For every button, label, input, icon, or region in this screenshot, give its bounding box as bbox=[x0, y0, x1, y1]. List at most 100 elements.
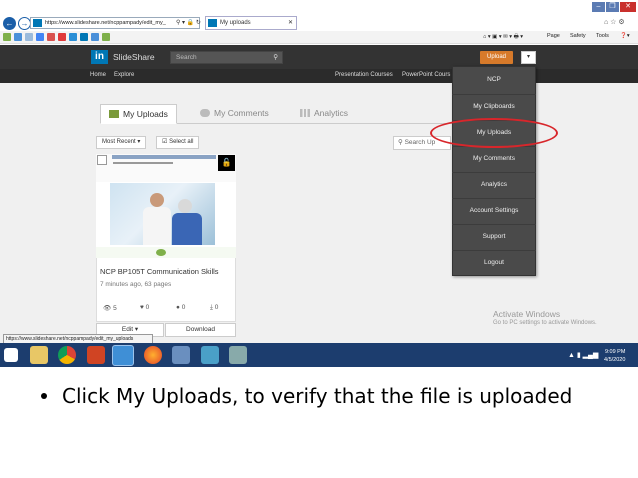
slide-meta: 7 minutes ago, 63 pages bbox=[100, 281, 172, 288]
address-search-icon[interactable]: ⚲ ▾ 🔒 ↻ bbox=[176, 19, 201, 26]
watermark-title: Activate Windows bbox=[493, 309, 561, 319]
nav-home[interactable]: Home bbox=[90, 72, 106, 78]
heart-icon: ♥ bbox=[140, 304, 144, 311]
nav-presentation-courses[interactable]: Presentation Courses bbox=[335, 72, 393, 78]
maximize-button[interactable]: ❐ bbox=[606, 2, 619, 12]
comments-count: 0 bbox=[181, 304, 186, 311]
page-menu[interactable]: Page bbox=[547, 33, 560, 39]
favorite-icon[interactable] bbox=[91, 33, 99, 41]
clock-date: 4/5/2020 bbox=[604, 357, 626, 363]
back-button[interactable]: ← bbox=[3, 17, 16, 30]
comments-stat: ● 0 bbox=[176, 304, 185, 311]
home-star-gear-icons[interactable]: ⌂ ☆ ⚙ bbox=[604, 18, 625, 26]
favorite-icon[interactable] bbox=[58, 33, 66, 41]
safety-menu[interactable]: Safety bbox=[570, 33, 586, 39]
minimize-button[interactable]: – bbox=[592, 2, 605, 12]
tab-my-uploads[interactable]: My Uploads bbox=[100, 104, 177, 124]
tab-favicon-icon bbox=[208, 19, 217, 27]
views-stat: 👁 5 bbox=[103, 304, 117, 312]
download-button[interactable]: Download bbox=[165, 323, 236, 337]
powerpoint-icon[interactable] bbox=[87, 346, 105, 364]
tab-analytics[interactable]: Analytics bbox=[292, 104, 356, 124]
tab-title: My uploads bbox=[220, 20, 251, 26]
highlight-ellipse bbox=[430, 118, 558, 148]
ie-toolbar-icons[interactable]: ⌂ ▾ ▣ ▾ ✉ ▾ 🖶 ▾ bbox=[483, 33, 523, 42]
thumbnail-footer bbox=[96, 247, 236, 258]
sort-dropdown[interactable]: Most Recent ▾ bbox=[96, 136, 147, 149]
thumbnail-text-line bbox=[113, 162, 173, 164]
eye-icon: 👁 bbox=[103, 305, 112, 312]
nav-powerpoint-courses[interactable]: PowerPoint Cours bbox=[402, 72, 450, 78]
google-favorite-icon[interactable] bbox=[36, 33, 44, 41]
close-window-button[interactable]: ✕ bbox=[620, 2, 636, 12]
linkedin-favorite-icon[interactable] bbox=[80, 33, 88, 41]
tools-menu[interactable]: Tools bbox=[596, 33, 609, 39]
slide-title[interactable]: NCP BP105T Communication Skills bbox=[100, 267, 219, 276]
likes-count: 0 bbox=[145, 304, 150, 311]
menu-item-my-comments[interactable]: My Comments bbox=[452, 146, 536, 170]
download-icon: ⤓ bbox=[210, 304, 213, 311]
address-url: https://www.slideshare.net/ncppampady/ed… bbox=[45, 20, 166, 26]
menu-item-ncp[interactable]: NCP bbox=[452, 68, 536, 92]
thumbnail-banner bbox=[112, 155, 216, 159]
person-body-icon bbox=[143, 207, 171, 245]
browser-title-bar bbox=[0, 0, 638, 15]
comments-icon bbox=[200, 109, 210, 117]
tab-label: My Uploads bbox=[123, 109, 168, 119]
activate-windows-watermark: Activate Windows Go to PC settings to ac… bbox=[493, 309, 597, 326]
tab-label: My Comments bbox=[214, 108, 269, 118]
address-bar[interactable]: https://www.slideshare.net/ncppampady/ed… bbox=[30, 17, 200, 29]
upload-button[interactable]: Upload bbox=[480, 51, 513, 64]
user-menu-button[interactable]: ▾ bbox=[521, 51, 536, 64]
search-icon[interactable]: ⚲ bbox=[273, 52, 278, 64]
uploads-icon bbox=[109, 110, 119, 118]
brand-name[interactable]: SlideShare bbox=[113, 52, 155, 62]
menu-item-my-clipboards[interactable]: My Clipboards bbox=[452, 94, 536, 118]
browser-tab-my-uploads[interactable]: My uploads ✕ bbox=[205, 16, 297, 30]
favorite-icon[interactable] bbox=[14, 33, 22, 41]
windows-start-icon[interactable] bbox=[4, 348, 18, 362]
favorite-icon[interactable] bbox=[102, 33, 110, 41]
tab-close-icon[interactable]: ✕ bbox=[288, 17, 293, 29]
tab-label: Analytics bbox=[314, 108, 349, 118]
linkedin-logo-icon[interactable]: in bbox=[91, 50, 108, 64]
person-head-icon bbox=[178, 199, 192, 213]
help-icon[interactable]: ❓▾ bbox=[620, 33, 630, 39]
site-search-input[interactable]: Search ⚲ bbox=[170, 51, 283, 64]
search-icon: ⚲ bbox=[398, 139, 403, 146]
favorite-icon[interactable] bbox=[47, 33, 55, 41]
menu-item-logout[interactable]: Logout bbox=[452, 250, 536, 274]
file-explorer-icon[interactable] bbox=[30, 346, 48, 364]
settings-app-icon[interactable] bbox=[229, 346, 247, 364]
tray-icons[interactable]: ▲ ▮ ▂▄▆ bbox=[568, 351, 598, 359]
slide-select-checkbox[interactable] bbox=[97, 155, 107, 165]
favorite-icon[interactable] bbox=[69, 33, 77, 41]
linkedin-favicon-icon bbox=[33, 19, 42, 27]
downloads-stat: ⤓ 0 bbox=[210, 304, 218, 312]
tab-my-comments[interactable]: My Comments bbox=[192, 104, 277, 124]
menu-item-account-settings[interactable]: Account Settings bbox=[452, 198, 536, 222]
menu-item-analytics[interactable]: Analytics bbox=[452, 172, 536, 196]
person-head-icon bbox=[150, 193, 164, 207]
analytics-icon bbox=[300, 109, 310, 117]
logo-leaf-icon bbox=[156, 249, 166, 256]
likes-stat: ♥ 0 bbox=[140, 304, 149, 311]
select-all-button[interactable]: ☑ Select all bbox=[156, 136, 200, 149]
nav-explore[interactable]: Explore bbox=[114, 72, 134, 78]
clock-time: 9:09 PM bbox=[604, 349, 626, 355]
taskbar-clock[interactable]: 9:09 PM 4/5/2020 bbox=[604, 348, 625, 364]
internet-explorer-icon[interactable] bbox=[112, 345, 134, 366]
thumbnail-photo bbox=[110, 183, 215, 245]
comment-icon: ● bbox=[176, 304, 180, 311]
app-icon[interactable] bbox=[201, 346, 219, 364]
slide-bullet-text: Click My Uploads, to verify that the fil… bbox=[62, 384, 573, 408]
favorite-icon[interactable] bbox=[3, 33, 11, 41]
firefox-icon[interactable] bbox=[144, 346, 162, 364]
menu-item-support[interactable]: Support bbox=[452, 224, 536, 248]
chrome-icon[interactable] bbox=[58, 346, 76, 364]
downloads-count: 0 bbox=[214, 304, 219, 311]
network-app-icon[interactable] bbox=[172, 346, 190, 364]
favorite-icon[interactable] bbox=[25, 33, 33, 41]
uploads-search-placeholder: Search Up bbox=[404, 139, 436, 146]
lock-icon[interactable]: 🔓 bbox=[218, 155, 235, 171]
